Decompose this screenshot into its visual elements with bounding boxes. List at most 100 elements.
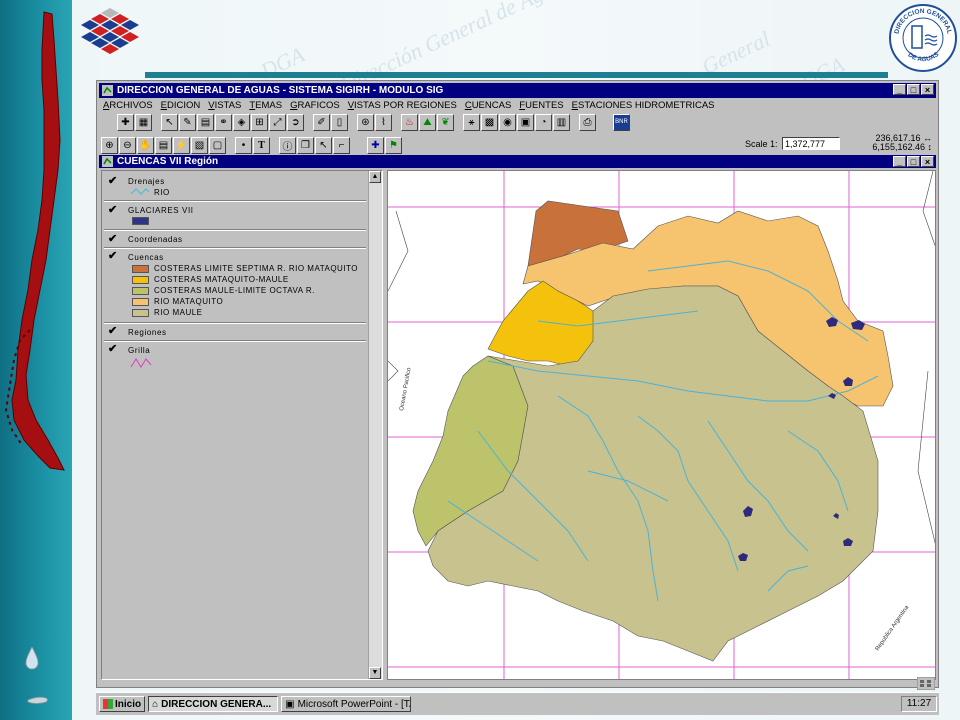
landscape-icon[interactable]: ⛰ (419, 113, 436, 131)
cross-locate-icon[interactable]: ✚ (367, 136, 384, 154)
scroll-down-button[interactable]: ▼ (369, 667, 381, 679)
start-button[interactable]: Inicio (99, 696, 146, 712)
pencil-icon[interactable]: ✐ (313, 113, 330, 131)
layer-grilla-label: Grilla (128, 346, 151, 355)
chile-map-icon (4, 11, 65, 471)
zoom-out-icon[interactable]: ⊖ (119, 136, 136, 154)
grid-icon[interactable]: ▩ (481, 113, 498, 131)
view-minimize-button[interactable]: _ (893, 156, 906, 167)
cuenca-swatch-2 (132, 276, 149, 284)
gauge-icon[interactable]: ◔ (535, 113, 552, 131)
pointer-tool-icon[interactable]: ↖ (161, 113, 178, 131)
scroll-up-button[interactable]: ▲ (369, 171, 381, 183)
dga-seal-logo: DIRECCION GENERAL DE AGUAS (889, 4, 957, 72)
coordenadas-checkbox[interactable]: ✔ (108, 234, 118, 245)
legend-scrollbar[interactable]: ▲ ▼ (368, 171, 382, 679)
pan-hand-icon[interactable]: ✋ (137, 136, 154, 154)
cuenca-swatch-1 (132, 265, 149, 273)
cuenca-label-3: COSTERAS MAULE-LIMITE OCTAVA R. (154, 286, 315, 295)
legend-divider (104, 200, 366, 202)
grid-line-icon (130, 358, 152, 368)
layer-coordenadas-label: Coordenadas (128, 235, 183, 244)
map-view[interactable]: Oceano Pacifico Republica Argentina (387, 170, 936, 680)
toolbar-top: ✚ ▦ ↖ ✎ ▤ ⚭ ◈ ⊞ ⤢ ➲ ✐ ▯ ⊛ ⌇ ♨ ⛰ ❦ ⚹ ▩ ◉ … (101, 111, 631, 133)
layer-drenajes-sub: RIO (154, 188, 170, 197)
map-layer-icon[interactable]: ▤ (155, 136, 172, 154)
vertex-icon[interactable]: ◈ (233, 113, 250, 131)
map-label-ocean: Oceano Pacifico (399, 367, 413, 412)
zoom-in-icon[interactable]: ⊕ (101, 136, 118, 154)
view-titlebar[interactable]: CUENCAS VII Región _ □ × (99, 155, 936, 168)
minimize-button[interactable]: _ (893, 84, 906, 95)
taskbar-item-powerpoint[interactable]: ▣ Microsoft PowerPoint - [TA... (281, 696, 412, 712)
hotlink-icon[interactable]: ⚑ (385, 136, 402, 154)
layer-drenajes-label: Drenajes (128, 177, 165, 186)
cuenca-label-5: RIO MAULE (154, 308, 203, 317)
photo-icon[interactable]: ▣ (517, 113, 534, 131)
taskbar-item-sigirh[interactable]: ⌂ DIRECCION GENERA... (148, 696, 279, 712)
arrow-select-icon[interactable]: ↖ (315, 136, 332, 154)
water-drop-icon (25, 646, 48, 704)
coordinate-readout: 236,617.16 ↔ 6,155,162.46 ↕ (872, 133, 932, 152)
table-edit-icon[interactable]: ▤ (197, 113, 214, 131)
edit-icon[interactable]: ✎ (179, 113, 196, 131)
legend-divider (104, 229, 366, 231)
cuenca-swatch-4 (132, 298, 149, 306)
info-icon[interactable]: ⓘ (279, 136, 296, 154)
river-line-icon (130, 188, 150, 195)
chart-icon[interactable]: ▥ (553, 113, 570, 131)
scale-label: Scale 1: (745, 139, 778, 149)
legend-divider (104, 247, 366, 249)
measure-icon[interactable]: ⌐ (333, 136, 350, 154)
keyboard-tray-icon[interactable] (917, 677, 935, 690)
task-label-sigirh: DIRECCION GENERA... (161, 698, 272, 710)
start-label: Inicio (115, 698, 142, 710)
calculator-icon[interactable]: ▦ (135, 113, 152, 131)
grilla-checkbox[interactable]: ✔ (108, 344, 118, 355)
header-divider (145, 72, 888, 78)
print-icon[interactable]: ⎙ (579, 113, 596, 131)
back-icon[interactable]: ➲ (287, 113, 304, 131)
glaciares-checkbox[interactable]: ✔ (108, 205, 118, 216)
windows-taskbar: Inicio ⌂ DIRECCION GENERA... ▣ Microsoft… (96, 677, 939, 715)
scale-input[interactable]: 1,372,777 (782, 137, 840, 150)
add-theme-icon[interactable]: ✚ (117, 113, 134, 131)
cuenca-swatch-5 (132, 309, 149, 317)
window-icon[interactable]: ▢ (209, 136, 226, 154)
glaciares-swatch (132, 217, 149, 225)
view-title: CUENCAS VII Región (117, 156, 219, 167)
copy-icon[interactable]: ❐ (297, 136, 314, 154)
zoom-extent-icon[interactable]: ⊞ (251, 113, 268, 131)
select-rect-icon[interactable]: ▧ (191, 136, 208, 154)
legend-divider (104, 322, 366, 324)
sig-application-window: DIRECCION GENERAL DE AGUAS - SISTEMA SIG… (96, 80, 939, 688)
view-close-button[interactable]: × (921, 156, 934, 167)
powerpoint-task-icon: ▣ (285, 698, 295, 710)
drenajes-checkbox[interactable]: ✔ (108, 176, 118, 187)
app-titlebar[interactable]: DIRECCION GENERAL DE AGUAS - SISTEMA SIG… (99, 83, 936, 98)
graph-icon[interactable]: ⌇ (375, 113, 392, 131)
text-tool-icon[interactable]: T (253, 136, 270, 154)
map-label-argentina: Republica Argentina (875, 604, 911, 652)
query-icon[interactable]: ⊛ (357, 113, 374, 131)
legend-divider (104, 340, 366, 342)
link-icon[interactable]: ⚭ (215, 113, 232, 131)
regiones-checkbox[interactable]: ✔ (108, 326, 118, 337)
basin-map[interactable]: Oceano Pacifico Republica Argentina (388, 171, 936, 680)
layer-glaciares-label: GLACIARES VII (128, 206, 194, 215)
plant-icon[interactable]: ❦ (437, 113, 454, 131)
eye-icon[interactable]: ◉ (499, 113, 516, 131)
cuencas-checkbox[interactable]: ✔ (108, 251, 118, 262)
network-icon[interactable]: ⚹ (463, 113, 480, 131)
maximize-button[interactable]: □ (907, 84, 920, 95)
resize-icon[interactable]: ⤢ (269, 113, 286, 131)
bnr-icon[interactable]: BNR (613, 113, 630, 131)
close-button[interactable]: × (921, 84, 934, 95)
document-icon[interactable]: ▯ (331, 113, 348, 131)
cuenca-swatch-3 (132, 287, 149, 295)
lightning-icon[interactable]: ⚡ (173, 136, 190, 154)
station-icon[interactable]: ♨ (401, 113, 418, 131)
layer-regiones-label: Regiones (128, 328, 167, 337)
view-maximize-button[interactable]: □ (907, 156, 920, 167)
point-icon[interactable]: • (235, 136, 252, 154)
